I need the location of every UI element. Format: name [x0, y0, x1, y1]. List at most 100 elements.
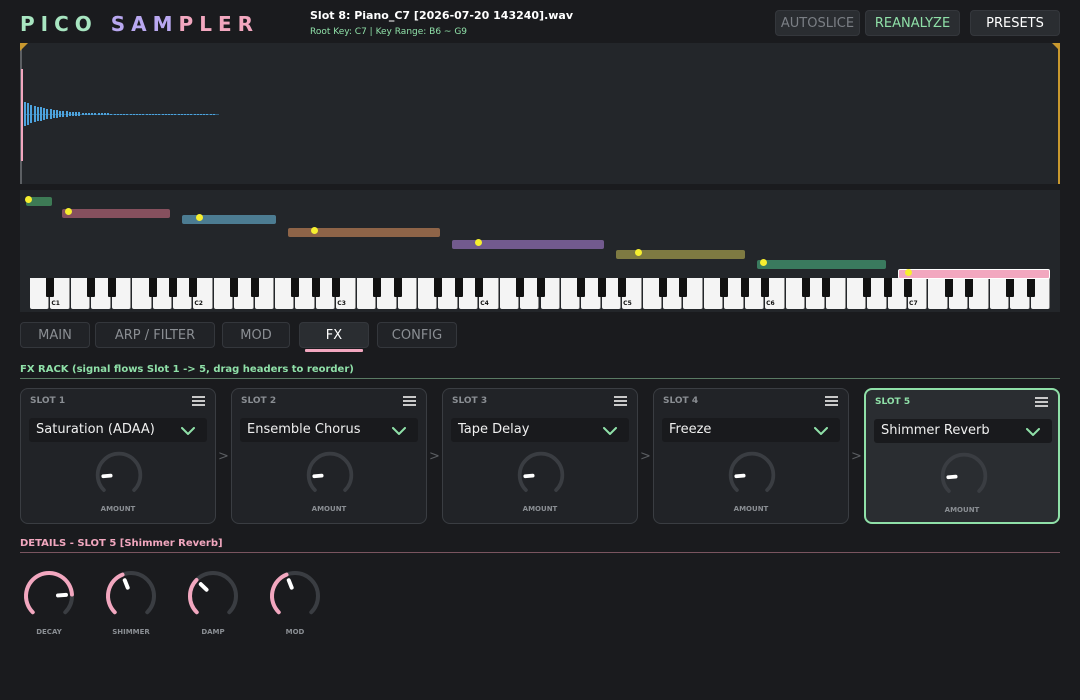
- fx-slot-2[interactable]: SLOT 2 Ensemble Chorus AMOUNT: [231, 388, 427, 524]
- knob-dial[interactable]: [515, 449, 567, 501]
- slot-label[interactable]: SLOT 2: [241, 396, 276, 406]
- black-key[interactable]: [536, 278, 545, 297]
- tab-main[interactable]: MAIN: [20, 322, 90, 348]
- black-key[interactable]: [1006, 278, 1015, 297]
- menu-icon[interactable]: [825, 396, 838, 406]
- effect-select[interactable]: Saturation (ADAA): [29, 418, 207, 442]
- key-zone[interactable]: [616, 249, 745, 259]
- presets-button[interactable]: PRESETS: [970, 10, 1060, 36]
- menu-icon[interactable]: [192, 396, 205, 406]
- key-zone[interactable]: [62, 208, 170, 218]
- key-zone[interactable]: [182, 214, 276, 224]
- knob-dial[interactable]: [21, 568, 77, 624]
- black-key[interactable]: [679, 278, 688, 297]
- key-zone[interactable]: [452, 239, 604, 249]
- tab-fx[interactable]: FX: [299, 322, 369, 348]
- black-key[interactable]: [332, 278, 341, 297]
- black-key[interactable]: [189, 278, 198, 297]
- key-zone-map[interactable]: C1 C2 C3 C4 C5 C6 C7: [20, 190, 1060, 312]
- amount-knob[interactable]: [938, 450, 990, 502]
- black-key[interactable]: [761, 278, 770, 297]
- black-key[interactable]: [597, 278, 606, 297]
- knob-dial[interactable]: [938, 450, 990, 502]
- black-key[interactable]: [801, 278, 810, 297]
- shimmer-knob[interactable]: [103, 568, 159, 624]
- decay-knob[interactable]: [21, 568, 77, 624]
- black-key[interactable]: [1026, 278, 1035, 297]
- black-key[interactable]: [863, 278, 872, 297]
- black-key[interactable]: [454, 278, 463, 297]
- piano-keyboard[interactable]: C1 C2 C3 C4 C5 C6 C7: [30, 278, 1051, 309]
- effect-select[interactable]: Freeze: [662, 418, 840, 442]
- waveform-display[interactable]: [20, 43, 1060, 184]
- black-key[interactable]: [87, 278, 96, 297]
- knob-dial[interactable]: [726, 449, 778, 501]
- damp-knob[interactable]: [185, 568, 241, 624]
- black-key[interactable]: [168, 278, 177, 297]
- menu-icon[interactable]: [1035, 397, 1048, 407]
- black-key[interactable]: [720, 278, 729, 297]
- black-key[interactable]: [107, 278, 116, 297]
- black-key[interactable]: [577, 278, 586, 297]
- waveform-bar: [155, 113, 158, 115]
- start-handle-icon[interactable]: [20, 43, 28, 51]
- black-key[interactable]: [311, 278, 320, 297]
- fx-slot-5[interactable]: SLOT 5 Shimmer Reverb AMOUNT: [864, 388, 1060, 524]
- black-key[interactable]: [883, 278, 892, 297]
- waveform-bar: [43, 108, 46, 120]
- tab-arp-filter[interactable]: ARP / FILTER: [95, 322, 215, 348]
- key-zone[interactable]: [757, 259, 886, 269]
- end-handle-icon[interactable]: [1052, 43, 1060, 51]
- slot-label[interactable]: SLOT 4: [663, 396, 698, 406]
- effect-select[interactable]: Tape Delay: [451, 418, 629, 442]
- amount-knob[interactable]: [726, 449, 778, 501]
- tab-mod[interactable]: MOD: [222, 322, 290, 348]
- black-key[interactable]: [516, 278, 525, 297]
- effect-select[interactable]: Ensemble Chorus: [240, 418, 418, 442]
- black-key[interactable]: [944, 278, 953, 297]
- autoslice-button[interactable]: AUTOSLICE: [775, 10, 860, 36]
- black-key[interactable]: [373, 278, 382, 297]
- mod-knob[interactable]: [267, 568, 323, 624]
- amount-knob[interactable]: [515, 449, 567, 501]
- amount-knob[interactable]: [304, 449, 356, 501]
- sample-end-marker[interactable]: [1058, 43, 1060, 184]
- black-key[interactable]: [393, 278, 402, 297]
- black-key[interactable]: [740, 278, 749, 297]
- fx-slot-3[interactable]: SLOT 3 Tape Delay AMOUNT: [442, 388, 638, 524]
- slot-label[interactable]: SLOT 3: [452, 396, 487, 406]
- key-zone[interactable]: [288, 227, 440, 237]
- key-zone[interactable]: [898, 269, 1050, 279]
- octave-label: C6: [766, 300, 775, 307]
- divider: [20, 552, 1060, 553]
- knob-dial[interactable]: [103, 568, 159, 624]
- black-key[interactable]: [659, 278, 668, 297]
- black-key[interactable]: [230, 278, 239, 297]
- slot-label[interactable]: SLOT 1: [30, 396, 65, 406]
- key-zone[interactable]: [25, 196, 52, 206]
- knob-dial[interactable]: [304, 449, 356, 501]
- fx-slot-1[interactable]: SLOT 1 Saturation (ADAA) AMOUNT: [20, 388, 216, 524]
- reanalyze-button[interactable]: REANALYZE: [865, 10, 960, 36]
- tab-config[interactable]: CONFIG: [377, 322, 457, 348]
- black-key[interactable]: [822, 278, 831, 297]
- knob-dial[interactable]: [93, 449, 145, 501]
- fx-slot-4[interactable]: SLOT 4 Freeze AMOUNT: [653, 388, 849, 524]
- black-key[interactable]: [618, 278, 627, 297]
- black-key[interactable]: [904, 278, 913, 297]
- black-key[interactable]: [250, 278, 259, 297]
- black-key[interactable]: [148, 278, 157, 297]
- black-key[interactable]: [965, 278, 974, 297]
- menu-icon[interactable]: [614, 396, 627, 406]
- black-key[interactable]: [46, 278, 55, 297]
- menu-icon[interactable]: [403, 396, 416, 406]
- black-key[interactable]: [434, 278, 443, 297]
- slot-label[interactable]: SLOT 5: [875, 397, 910, 407]
- knob-dial[interactable]: [267, 568, 323, 624]
- black-key[interactable]: [475, 278, 484, 297]
- octave-label: C1: [51, 300, 60, 307]
- amount-knob[interactable]: [93, 449, 145, 501]
- effect-select[interactable]: Shimmer Reverb: [874, 419, 1052, 443]
- black-key[interactable]: [291, 278, 300, 297]
- knob-dial[interactable]: [185, 568, 241, 624]
